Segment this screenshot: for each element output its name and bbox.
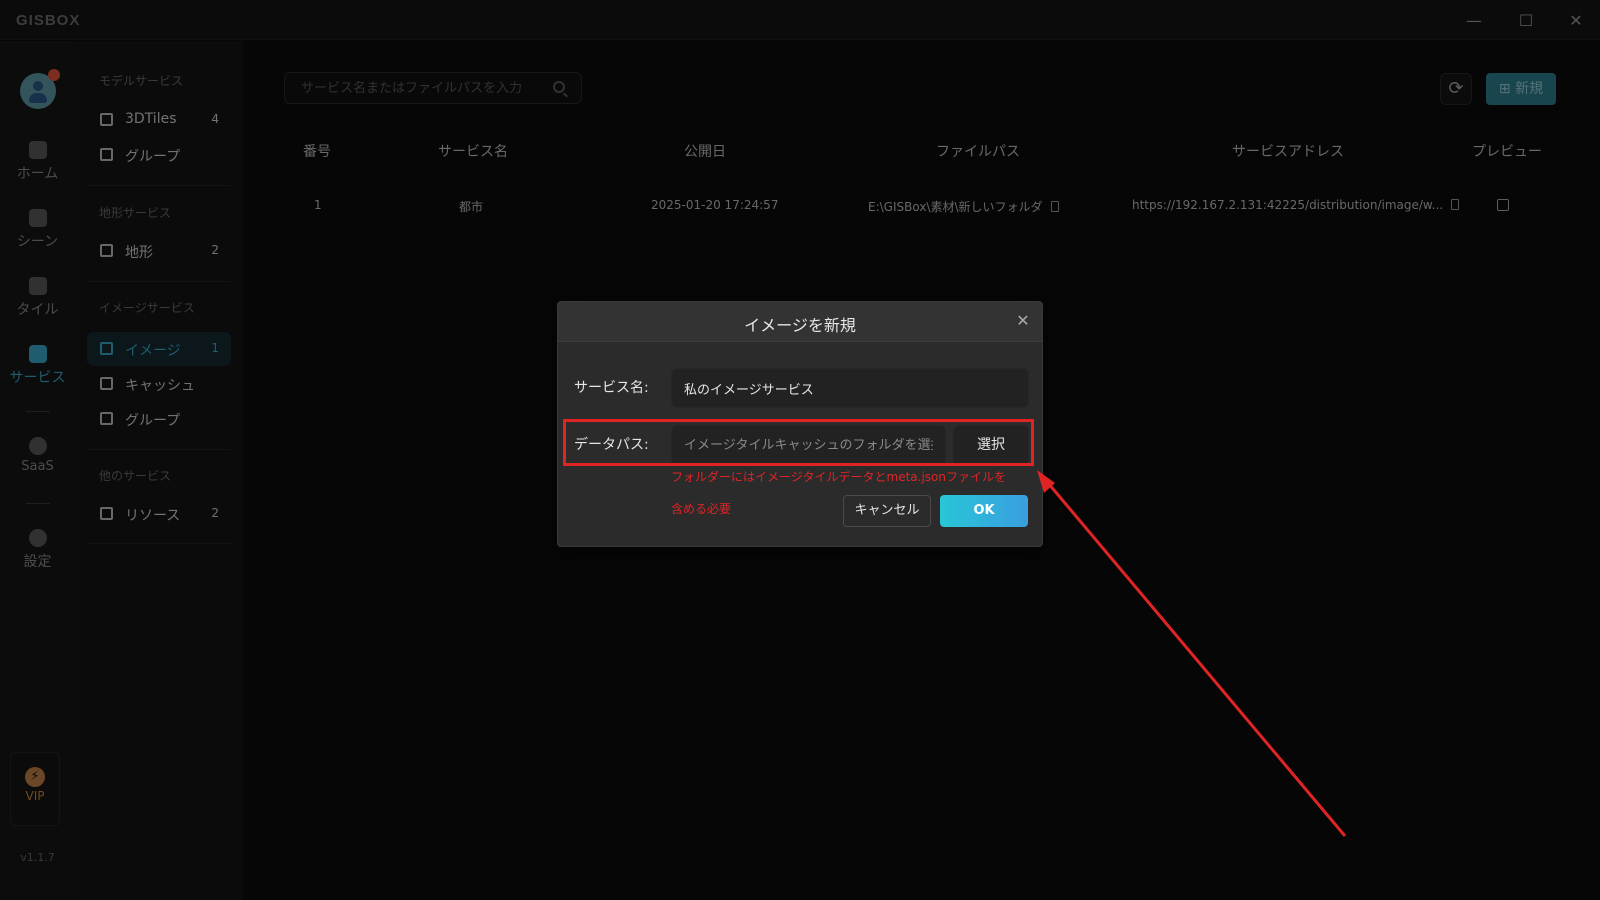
service-name-input[interactable] (672, 369, 1028, 407)
service-name-label: サービス名: (574, 380, 649, 396)
validation-message-cont: 含める必要 (671, 502, 732, 516)
new-image-dialog: イメージを新規 ✕ サービス名: データパス: 選択 フォルダーにはイメージタイ… (557, 301, 1043, 547)
cancel-button[interactable]: キャンセル (843, 495, 931, 527)
service-name-field (671, 368, 1029, 408)
validation-message: フォルダーにはイメージタイルデータとmeta.jsonファイルを (671, 470, 1007, 484)
ok-button[interactable]: OK (940, 495, 1028, 527)
highlight-box (563, 419, 1034, 466)
close-icon[interactable]: ✕ (1014, 312, 1032, 330)
dialog-title: イメージを新規 (744, 316, 856, 335)
dialog-header: イメージを新規 ✕ (558, 302, 1042, 342)
app-window: GISBOX — ☐ ✕ ホーム シーン タイル サービス SaaS 設定 ⚡ … (0, 0, 1600, 900)
